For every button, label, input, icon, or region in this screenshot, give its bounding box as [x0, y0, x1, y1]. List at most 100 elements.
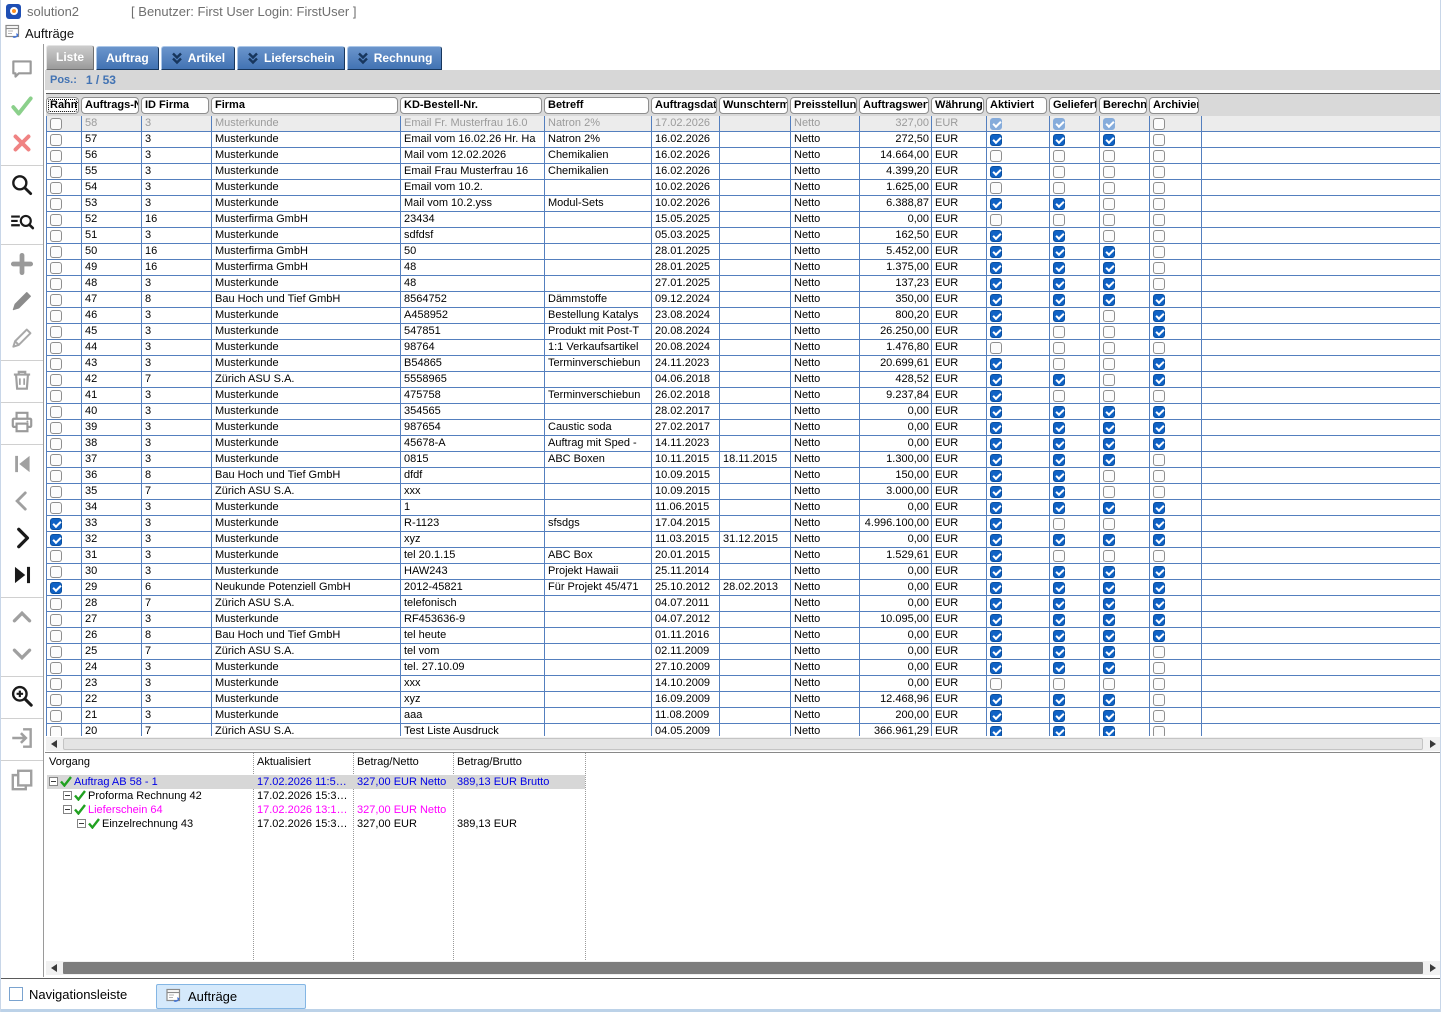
geliefert-checkbox[interactable] — [1053, 646, 1065, 658]
aktiviert-checkbox[interactable] — [990, 118, 1002, 130]
table-row[interactable]: 483Musterkunde4827.01.2025Netto137,23EUR — [46, 276, 1440, 292]
geliefert-checkbox[interactable] — [1053, 246, 1065, 258]
geliefert-checkbox[interactable] — [1053, 278, 1065, 290]
column-header-preisstellung[interactable]: Preisstellung — [790, 97, 857, 114]
aktiviert-checkbox[interactable] — [990, 198, 1002, 210]
row-select-checkbox[interactable] — [50, 406, 62, 418]
nav-last-button[interactable] — [1, 558, 43, 595]
table-row[interactable]: 357Zürich ASU S.A.xxx10.09.2015Netto3.00… — [46, 484, 1440, 500]
berechnet-checkbox[interactable] — [1103, 518, 1115, 530]
archiviert-checkbox[interactable] — [1153, 406, 1165, 418]
archiviert-checkbox[interactable] — [1153, 614, 1165, 626]
archiviert-checkbox[interactable] — [1153, 486, 1165, 498]
geliefert-checkbox[interactable] — [1053, 486, 1065, 498]
edit-alt-button[interactable] — [1, 321, 43, 358]
column-header-archiviert[interactable]: Archiviert — [1149, 97, 1199, 114]
row-select-checkbox[interactable] — [50, 182, 62, 194]
aktiviert-checkbox[interactable] — [990, 166, 1002, 178]
aktiviert-checkbox[interactable] — [990, 710, 1002, 722]
table-row[interactable]: 303MusterkundeHAW243Projekt Hawaii25.11.… — [46, 564, 1440, 580]
berechnet-checkbox[interactable] — [1103, 470, 1115, 482]
geliefert-checkbox[interactable] — [1053, 230, 1065, 242]
berechnet-checkbox[interactable] — [1103, 326, 1115, 338]
berechnet-checkbox[interactable] — [1103, 502, 1115, 514]
geliefert-checkbox[interactable] — [1053, 150, 1065, 162]
process-scroll-thumb[interactable] — [63, 962, 1423, 974]
confirm-button[interactable] — [1, 89, 43, 126]
archiviert-checkbox[interactable] — [1153, 262, 1165, 274]
row-select-checkbox[interactable] — [50, 150, 62, 162]
aktiviert-checkbox[interactable] — [990, 550, 1002, 562]
geliefert-checkbox[interactable] — [1053, 518, 1065, 530]
table-row[interactable]: 323Musterkundexyz11.03.201531.12.2015Net… — [46, 532, 1440, 548]
berechnet-checkbox[interactable] — [1103, 422, 1115, 434]
row-select-checkbox[interactable] — [50, 342, 62, 354]
archiviert-checkbox[interactable] — [1153, 518, 1165, 530]
column-header-wunschtermin[interactable]: Wunschtermin — [719, 97, 788, 114]
geliefert-checkbox[interactable] — [1053, 550, 1065, 562]
tab-artikel[interactable]: Artikel — [161, 46, 235, 70]
berechnet-checkbox[interactable] — [1103, 486, 1115, 498]
geliefert-checkbox[interactable] — [1053, 454, 1065, 466]
table-row[interactable]: 463MusterkundeA458952Bestellung Katalys2… — [46, 308, 1440, 324]
archiviert-checkbox[interactable] — [1153, 374, 1165, 386]
row-select-checkbox[interactable] — [50, 310, 62, 322]
aktiviert-checkbox[interactable] — [990, 390, 1002, 402]
cancel-button[interactable] — [1, 126, 43, 163]
berechnet-checkbox[interactable] — [1103, 550, 1115, 562]
geliefert-checkbox[interactable] — [1053, 502, 1065, 514]
scroll-up-button[interactable] — [1, 600, 43, 637]
row-select-checkbox[interactable] — [50, 630, 62, 642]
aktiviert-checkbox[interactable] — [990, 310, 1002, 322]
archiviert-checkbox[interactable] — [1153, 278, 1165, 290]
aktiviert-checkbox[interactable] — [990, 246, 1002, 258]
berechnet-checkbox[interactable] — [1103, 278, 1115, 290]
table-row[interactable]: 207Zürich ASU S.A.Test Liste Ausdruck04.… — [46, 724, 1440, 736]
row-select-checkbox[interactable] — [50, 486, 62, 498]
geliefert-checkbox[interactable] — [1053, 262, 1065, 274]
row-select-checkbox[interactable] — [50, 550, 62, 562]
aktiviert-checkbox[interactable] — [990, 470, 1002, 482]
aktiviert-checkbox[interactable] — [990, 486, 1002, 498]
berechnet-checkbox[interactable] — [1103, 566, 1115, 578]
geliefert-checkbox[interactable] — [1053, 166, 1065, 178]
table-row[interactable]: 333MusterkundeR-1123sfsdgs17.04.2015Nett… — [46, 516, 1440, 532]
aktiviert-checkbox[interactable] — [990, 406, 1002, 418]
table-row[interactable]: 413Musterkunde475758Terminverschiebun26.… — [46, 388, 1440, 404]
archiviert-checkbox[interactable] — [1153, 582, 1165, 594]
aktiviert-checkbox[interactable] — [990, 230, 1002, 242]
geliefert-checkbox[interactable] — [1053, 598, 1065, 610]
edit-button[interactable] — [1, 284, 43, 321]
archiviert-checkbox[interactable] — [1153, 566, 1165, 578]
archiviert-checkbox[interactable] — [1153, 694, 1165, 706]
archiviert-checkbox[interactable] — [1153, 646, 1165, 658]
row-select-checkbox[interactable] — [50, 534, 62, 546]
zoom-in-button[interactable] — [1, 679, 43, 716]
berechnet-checkbox[interactable] — [1103, 342, 1115, 354]
scroll-down-button[interactable] — [1, 637, 43, 674]
berechnet-checkbox[interactable] — [1103, 246, 1115, 258]
row-select-checkbox[interactable] — [50, 134, 62, 146]
column-header-betreff[interactable]: Betreff — [544, 97, 649, 114]
geliefert-checkbox[interactable] — [1053, 726, 1065, 737]
berechnet-checkbox[interactable] — [1103, 134, 1115, 146]
tree-collapse-icon[interactable] — [77, 819, 86, 828]
scroll-thumb[interactable] — [63, 738, 1423, 750]
berechnet-checkbox[interactable] — [1103, 454, 1115, 466]
column-header-aktiviert[interactable]: Aktiviert — [986, 97, 1047, 114]
table-row[interactable]: 268Bau Hoch und Tief GmbHtel heute01.11.… — [46, 628, 1440, 644]
table-row[interactable]: 213Musterkundeaaa11.08.2009Netto200,00EU… — [46, 708, 1440, 724]
nav-next-button[interactable] — [1, 521, 43, 558]
table-row[interactable]: 553MusterkundeEmail Frau Musterfrau 16Ch… — [46, 164, 1440, 180]
aktiviert-checkbox[interactable] — [990, 134, 1002, 146]
table-row[interactable]: 427Zürich ASU S.A.555896504.06.2018Netto… — [46, 372, 1440, 388]
table-row[interactable]: 583MusterkundeEmail Fr. Musterfrau 16.0N… — [46, 116, 1440, 132]
geliefert-checkbox[interactable] — [1053, 134, 1065, 146]
berechnet-checkbox[interactable] — [1103, 438, 1115, 450]
berechnet-checkbox[interactable] — [1103, 390, 1115, 402]
process-column-aktualisiert[interactable]: Aktualisiert — [257, 756, 311, 768]
table-row[interactable]: 393Musterkunde987654Caustic soda27.02.20… — [46, 420, 1440, 436]
add-button[interactable] — [1, 247, 43, 284]
berechnet-checkbox[interactable] — [1103, 118, 1115, 130]
table-row[interactable]: 5216Musterfirma GmbH2343415.05.2025Netto… — [46, 212, 1440, 228]
